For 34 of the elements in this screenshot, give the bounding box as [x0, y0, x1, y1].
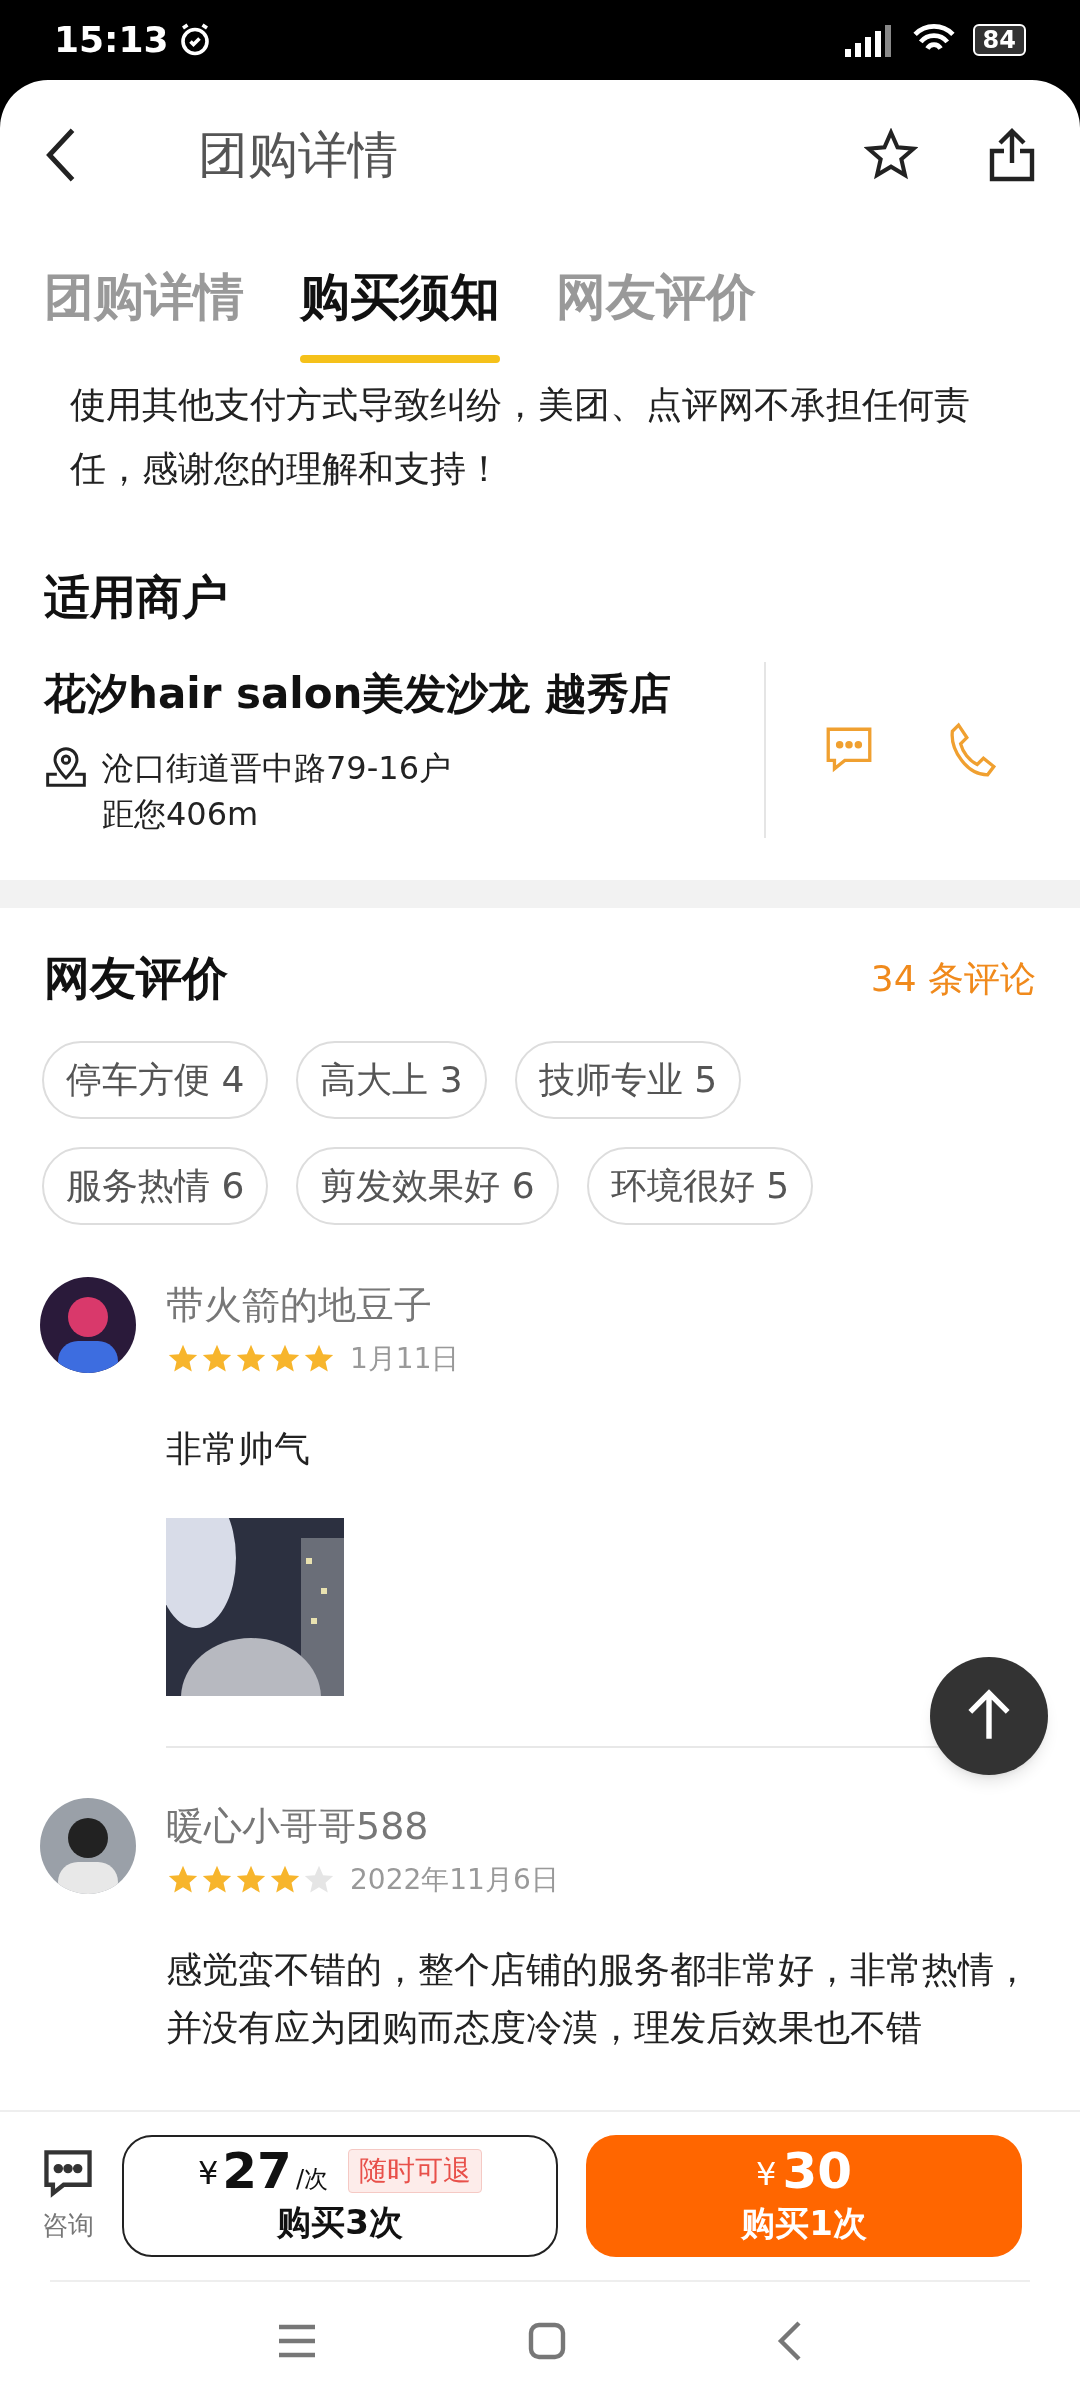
page-title: 团购详情 [198, 124, 398, 186]
battery-indicator: 84 [972, 24, 1026, 56]
location-icon [44, 745, 88, 789]
star-icon[interactable] [864, 128, 918, 182]
review-date: 2022年11月6日 [350, 1862, 559, 1898]
currency-symbol: ¥ [197, 2152, 219, 2194]
review-text: 非常帅气 [166, 1427, 311, 1471]
review-tag[interactable]: 剪发效果好 6 [296, 1147, 559, 1225]
notice-text: 使用其他支付方式导致纠纷，美团、点评网不承担任何责任，感谢您的理解和支持！ [69, 383, 971, 491]
review-tag[interactable]: 高大上 3 [296, 1041, 487, 1119]
refund-badge: 随时可退 [348, 2148, 482, 2193]
reviewer-name: 带火箭的地豆子 [166, 1282, 433, 1329]
review-tag[interactable]: 环境很好 5 [586, 1147, 814, 1225]
reviewer-name: 暖心小哥哥588 [166, 1803, 430, 1850]
review-tag[interactable]: 技师专业 5 [514, 1041, 742, 1119]
section-heading: 适用商户 [43, 569, 229, 626]
buy-multiple-button[interactable]: ¥27/次 随时可退 购买3次 [122, 2135, 558, 2257]
price-unit: /次 [295, 2163, 328, 2195]
review-tag[interactable]: 服务热情 6 [42, 1147, 269, 1225]
merchant-name: 花汐hair salon美发沙龙 越秀店 [44, 668, 673, 720]
clock-time: 15:13 [54, 18, 169, 62]
section-heading: 网友评价 [44, 950, 228, 1007]
consult-button[interactable]: 咨询 [40, 2147, 96, 2245]
share-icon[interactable] [988, 127, 1036, 183]
review-text: 感觉蛮不错的，整个店铺的服务都非常好，非常热情，并没有应为团购而态度冷漠，理发后效果也不错 [166, 1948, 1031, 2050]
buy-label: 购买3次 [277, 2200, 403, 2244]
review-tag[interactable]: 停车方便 4 [42, 1041, 269, 1119]
price: 27 [222, 2144, 292, 2197]
menu-icon[interactable] [277, 2323, 317, 2359]
address-text: 沧口街道晋中路79-16户 [102, 748, 451, 789]
home-icon[interactable] [527, 2321, 567, 2361]
distance-text: 距您406m [102, 794, 260, 835]
review-date: 1月11日 [350, 1341, 460, 1377]
tab[interactable]: 购买须知 [300, 260, 500, 363]
